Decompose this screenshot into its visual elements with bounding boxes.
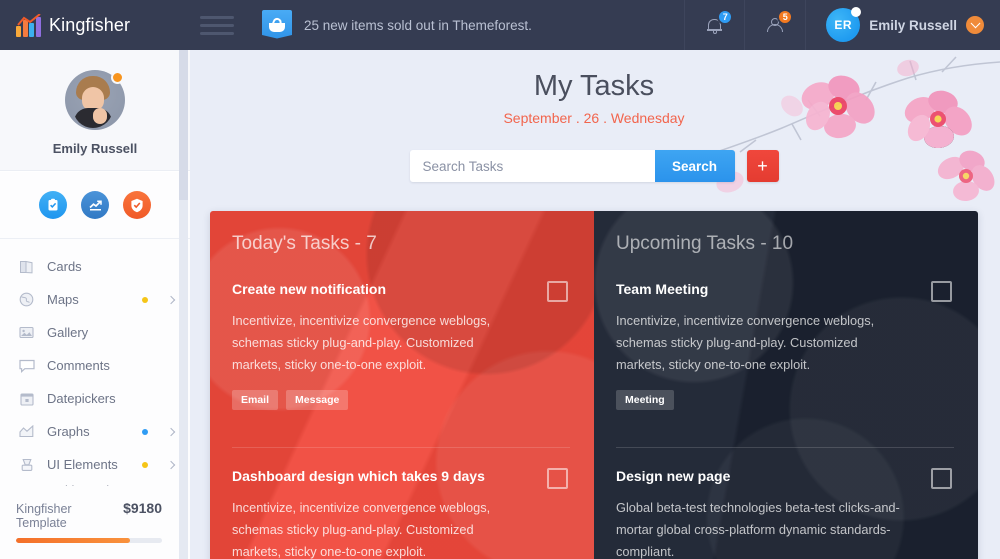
user-avatar [65,70,125,130]
sidebar-scrollbar[interactable] [179,50,188,559]
task-description: Incentivize, incentivize convergence web… [232,500,491,559]
sidebar-item-label: Maps [47,292,79,307]
shield-check-icon[interactable] [123,191,151,219]
task-tags: Meeting [616,390,954,410]
status-dot [142,461,148,468]
chevron-right-icon [166,460,176,469]
template-price: $9180 [123,500,162,516]
status-dot [142,296,148,303]
task-item[interactable]: Dashboard design which takes 9 days Ince… [232,447,570,559]
task-panels: Today's Tasks - 7 Create new notificatio… [210,211,978,559]
task-title: Design new page [616,468,731,484]
topbar-right-group: 7 5 ER Emily Russell [684,0,1000,50]
status-dot [142,428,148,435]
notice-text: 25 new items sold out in Themeforest. [304,17,532,33]
search-box: Search [409,150,735,182]
sidebar-scrollbar-thumb[interactable] [179,50,188,200]
trend-chart-icon[interactable] [81,191,109,219]
task-description: Global beta-test technologies beta-test … [616,500,900,559]
calendar-icon [18,391,35,407]
task-item[interactable]: Design new page Global beta-test technol… [616,447,954,559]
task-description: Incentivize, incentivize convergence web… [616,313,875,372]
task-tag[interactable]: Email [232,390,279,410]
sidebar-item-cards[interactable]: Cards [0,250,190,283]
image-icon [18,325,35,341]
template-progress-bar [16,538,162,543]
sidebar-item-label: Gallery [47,325,89,340]
online-status-dot [851,7,862,17]
user-name: Emily Russell [869,17,957,33]
globe-icon [18,292,35,308]
sidebar-item-label: Comments [47,358,110,373]
task-checkbox[interactable] [547,281,568,302]
layers-icon [18,457,35,473]
task-title: Dashboard design which takes 9 days [232,468,485,484]
top-navigation-bar: Kingfisher 25 new items sold out in Them… [0,0,1000,50]
app-root: Kingfisher 25 new items sold out in Them… [0,0,1000,559]
sidebar-item-label: Cards [47,259,82,274]
sidebar-item-datepickers[interactable]: Datepickers [0,382,190,415]
brand-name: Kingfisher [49,14,131,35]
sidebar-quick-actions [0,171,190,239]
main-content: My Tasks September . 26 . Wednesday Sear… [188,50,1000,559]
task-tags: Email Message [232,390,570,410]
panel-todays-tasks: Today's Tasks - 7 Create new notificatio… [210,211,594,559]
search-row: Search + [188,150,1000,182]
sidebar-item-gallery[interactable]: Gallery [0,316,190,349]
sidebar-item-ui-elements[interactable]: UI Elements [0,448,190,481]
sidebar-profile-name: Emily Russell [52,141,138,156]
task-tag[interactable]: Message [286,390,349,410]
notice-banner[interactable]: 25 new items sold out in Themeforest. [262,10,532,40]
sidebar-nav: Cards Maps Gallery Comments Datepickers … [0,239,190,514]
messages-button[interactable]: 5 [744,0,805,50]
online-status-dot [111,71,124,84]
sidebar-item-comments[interactable]: Comments [0,349,190,382]
task-title: Team Meeting [616,281,709,297]
user-menu[interactable]: ER Emily Russell [805,0,1000,50]
chevron-right-icon [166,427,176,436]
comment-icon [18,358,35,374]
search-input[interactable] [409,150,655,182]
page-date: September . 26 . Wednesday [503,110,685,126]
messages-badge: 5 [777,9,794,25]
clipboard-check-icon[interactable] [39,191,67,219]
page-header: My Tasks September . 26 . Wednesday [188,50,1000,126]
brand[interactable]: Kingfisher [0,13,190,37]
avatar: ER [826,7,862,42]
sidebar-item-label: Graphs [47,424,90,439]
hamburger-menu-icon[interactable] [200,15,234,35]
sidebar-item-graphs[interactable]: Graphs [0,415,190,448]
template-progress-fill [16,538,130,543]
panel-upcoming-tasks: Upcoming Tasks - 10 Team Meeting Incenti… [594,211,978,559]
chevron-down-icon[interactable] [966,16,984,34]
sidebar-profile[interactable]: Emily Russell [0,50,190,171]
add-task-button[interactable]: + [746,150,779,182]
panel-title: Upcoming Tasks - 10 [616,233,794,254]
template-progress-widget: Kingfisher Template $9180 [0,486,178,559]
task-title: Create new notification [232,281,387,297]
search-button[interactable]: Search [654,150,735,182]
template-name: Kingfisher Template [16,502,72,530]
book-icon [18,259,35,275]
area-chart-icon [18,424,35,440]
task-tag[interactable]: Meeting [616,390,674,410]
sidebar-item-label: UI Elements [47,457,118,472]
task-item[interactable]: Create new notification Incentivize, inc… [232,281,570,429]
page-title: My Tasks [533,70,655,102]
shopping-basket-icon [262,10,292,40]
task-checkbox[interactable] [547,468,568,489]
chevron-right-icon [166,295,176,304]
panel-title: Today's Tasks - 7 [232,233,377,254]
chart-logo-icon [16,13,42,37]
task-description: Incentivize, incentivize convergence web… [232,313,491,372]
task-item[interactable]: Team Meeting Incentivize, incentivize co… [616,281,954,429]
sidebar-item-maps[interactable]: Maps [0,283,190,316]
notifications-button[interactable]: 7 [684,0,744,50]
task-checkbox[interactable] [931,281,952,302]
task-checkbox[interactable] [931,468,952,489]
notifications-badge: 7 [717,9,734,25]
sidebar-item-label: Datepickers [47,391,116,406]
sidebar: Emily Russell Cards Maps Gallery Comment… [0,50,190,559]
